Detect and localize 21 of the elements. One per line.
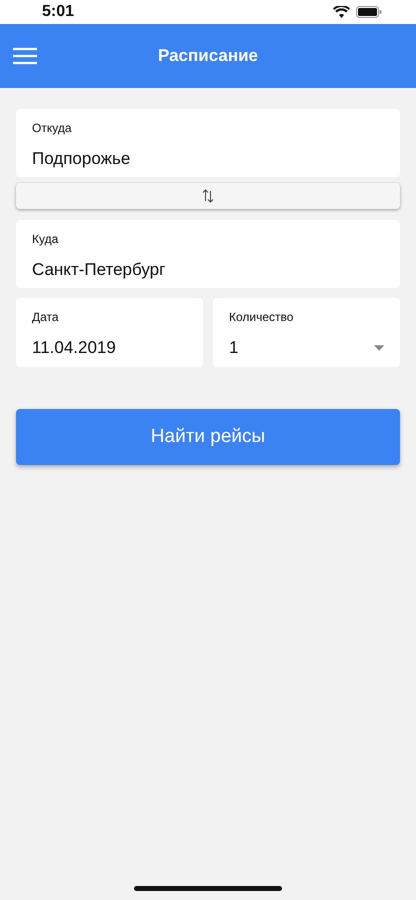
field-value: Санкт-Петербург [32, 260, 166, 280]
search-button[interactable]: Найти рейсы [16, 409, 400, 465]
battery-icon [356, 6, 382, 18]
destination-field[interactable]: Куда Санкт-Петербург [16, 220, 400, 288]
departure-field[interactable]: Откуда Подпорожье [16, 109, 400, 177]
field-label: Количество [229, 310, 294, 324]
wifi-icon [333, 6, 350, 18]
date-field[interactable]: Дата 11.04.2019 [16, 298, 203, 367]
passenger-count-select[interactable]: Количество 1 [213, 298, 400, 367]
field-value: 1 [229, 338, 240, 358]
status-time: 5:01 [42, 3, 74, 21]
menu-button[interactable] [12, 46, 38, 66]
field-value: 11.04.2019 [32, 338, 117, 358]
field-value: Подпорожье [32, 149, 132, 169]
field-label: Куда [32, 232, 60, 246]
menu-icon [12, 46, 38, 66]
swap-arrows-icon [202, 189, 214, 203]
screen-title: Расписание [158, 46, 258, 66]
field-label: Дата [32, 310, 60, 324]
field-label: Откуда [32, 121, 72, 135]
dropdown-caret-icon [374, 345, 384, 351]
